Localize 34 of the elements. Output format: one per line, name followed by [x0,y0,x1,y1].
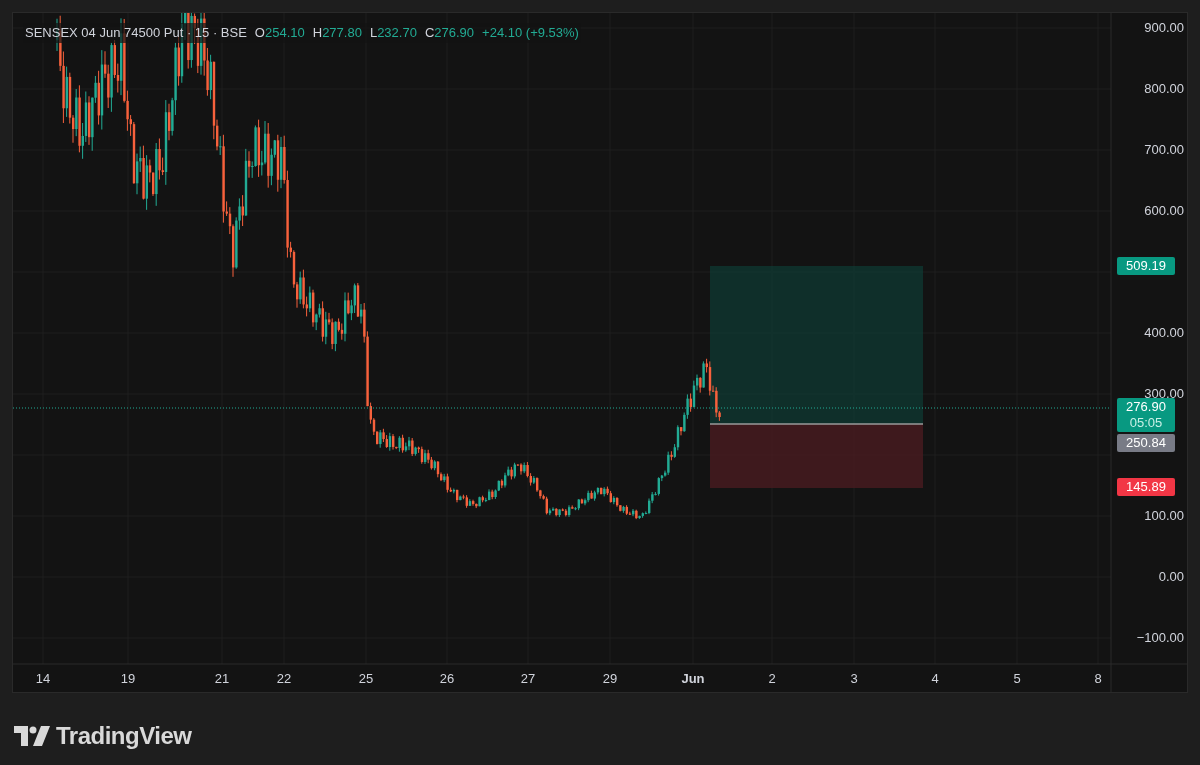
logo-icon [14,726,50,746]
time-axis-label: 19 [120,671,136,687]
price-badge: 276.90 05:05 [1117,398,1175,432]
time-axis-label: 2 [768,671,776,687]
ohlc-value: L232.70 [369,24,417,42]
price-axis-label: 600.00 [1143,203,1184,219]
time-axis-label: 14 [35,671,51,687]
price-axis-label: 700.00 [1143,142,1184,158]
time-axis-label: 4 [931,671,939,687]
price-badge: 250.84 [1117,434,1175,452]
time-axis-label: 25 [358,671,374,687]
price-axis-label: 800.00 [1143,81,1184,97]
price-axis-label: 400.00 [1143,325,1184,341]
time-axis-label: 27 [520,671,536,687]
time-axis-label: 5 [1013,671,1021,687]
ohlc-value: H277.80 [312,24,362,42]
time-axis-label: 21 [214,671,230,687]
symbol-label: SENSEX 04 Jun 74500 Put · 15 · BSE [25,24,247,42]
time-axis-label: Jun [681,671,705,687]
price-badge: 145.89 [1117,478,1175,496]
price-axis-label: 0.00 [1157,569,1184,585]
price-badge: 509.19 [1117,257,1175,275]
brand-name: TradingView [56,721,192,751]
time-axis-label: 22 [276,671,292,687]
change-value: +24.10 (+9.53%) [482,24,579,42]
price-axis-label: 100.00 [1143,508,1184,524]
time-axis-label: 26 [439,671,455,687]
time-axis-label: 29 [602,671,618,687]
price-axis-label: 900.00 [1143,20,1184,36]
time-axis-label: 3 [850,671,858,687]
ohlc-value: C276.90 [424,24,475,42]
ohlc-value: O254.10 [254,24,305,42]
price-axis-label: −100.00 [1135,630,1184,646]
time-axis-label: 8 [1094,671,1102,687]
